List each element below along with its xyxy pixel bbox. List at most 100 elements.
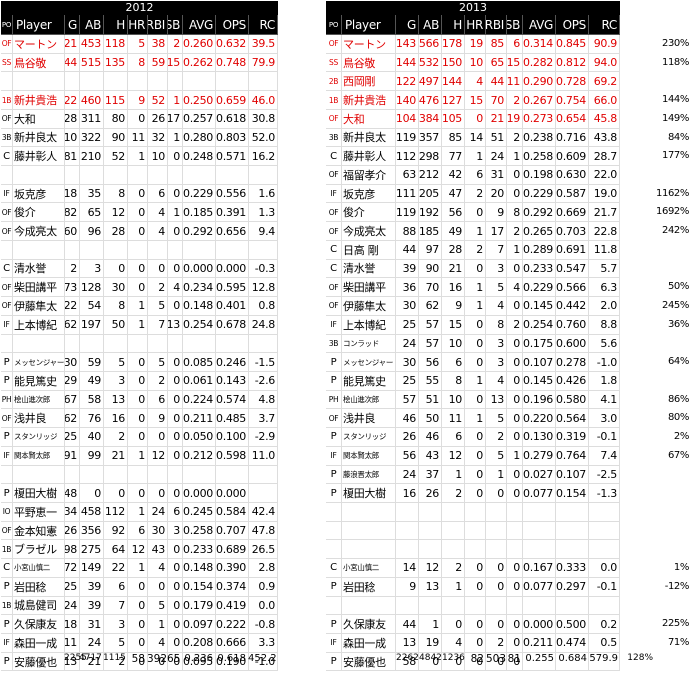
cell-ab xyxy=(80,240,104,260)
cell-sb: 17 xyxy=(168,109,183,129)
cell-rc: 9.4 xyxy=(249,222,278,241)
cell-ab: 205 xyxy=(419,184,442,204)
cell-rbi: 8 xyxy=(486,315,507,335)
cell-ops: 0.374 xyxy=(216,577,249,597)
cell-rc: 4.1 xyxy=(589,390,620,410)
cell-player: 大和 xyxy=(13,109,65,129)
cell-sb: 4 xyxy=(168,278,183,298)
cell-ab: 515 xyxy=(80,53,104,73)
cell-h: 64 xyxy=(104,540,128,560)
cell-rc: 3.3 xyxy=(249,634,278,653)
cell-h: 105 xyxy=(442,109,465,129)
cell-avg: 0.077 xyxy=(523,484,556,503)
table-row xyxy=(326,521,620,541)
cell-po: P xyxy=(1,484,13,503)
cell-sb: 0 xyxy=(507,465,523,485)
cell-g: 126 xyxy=(65,521,80,541)
cell-rc xyxy=(589,521,620,541)
change-percent: 118% xyxy=(662,56,689,68)
cell-h: 30 xyxy=(104,278,128,298)
table-row: P久保康友183130100.0970.222-0.8 xyxy=(1,615,278,634)
cell-rbi: 32 xyxy=(148,128,168,148)
cell-ops: 0.764 xyxy=(556,446,589,466)
cell-rc: 0.9 xyxy=(249,577,278,597)
cell-h: 12 xyxy=(104,203,128,223)
cell-g: 56 xyxy=(396,446,419,466)
cell-po: 3B xyxy=(1,128,13,148)
cell-h: 2 xyxy=(442,484,465,503)
cell-player: コンラッド xyxy=(342,334,396,354)
cell-hr: 11 xyxy=(128,128,148,148)
cell-g xyxy=(65,72,80,92)
cell-po: C xyxy=(1,559,13,578)
cell-po xyxy=(326,540,342,560)
cell-rbi: 5 xyxy=(486,278,507,298)
cell-rbi: 3 xyxy=(486,353,507,372)
cell-player: 森田一成 xyxy=(13,634,65,653)
cell-po: 1B xyxy=(1,540,13,560)
cell-player: 伊藤隼太 xyxy=(13,297,65,316)
cell-ab: 37 xyxy=(419,465,442,485)
cell-ops xyxy=(216,334,249,354)
cell-player: 桧山進次郎 xyxy=(342,390,396,410)
cell-sb: 1 xyxy=(168,91,183,110)
cell-ops: 0.401 xyxy=(216,297,249,316)
cell-avg: 0.273 xyxy=(523,109,556,129)
header-ops: OPS xyxy=(216,15,249,35)
cell-po: C xyxy=(326,147,342,167)
cell-po: OF xyxy=(326,109,342,129)
cell-g: 72 xyxy=(65,559,80,578)
cell-player: 俊介 xyxy=(342,203,396,223)
rows-2012: OFマートン12145311853820.2600.63239.5SS鳥谷敬14… xyxy=(1,35,278,672)
cell-avg: 0.257 xyxy=(183,109,216,129)
cell-hr: 8 xyxy=(128,53,148,73)
cell-avg: 0.233 xyxy=(183,540,216,560)
cell-ops xyxy=(216,240,249,260)
cell-avg: 0.212 xyxy=(183,446,216,466)
cell-po: P xyxy=(326,353,342,372)
cell-h: 1 xyxy=(442,577,465,597)
cell-rc: 22.0 xyxy=(589,166,620,185)
cell-rc: 2.8 xyxy=(249,559,278,578)
cell-ab: 384 xyxy=(419,109,442,129)
cell-rbi: 0 xyxy=(486,615,507,634)
table-row: 3B コンラッド 24 57 10 0 3 0 0.175 0.600 5.6 xyxy=(326,334,620,354)
cell-player: 柴田講平 xyxy=(13,278,65,298)
cell-ops: 0.574 xyxy=(216,390,249,410)
cell-po: C xyxy=(326,240,342,260)
cell-rc: 1.6 xyxy=(249,184,278,204)
change-percent: 50% xyxy=(667,281,689,293)
cell-ab: 453 xyxy=(80,35,104,54)
cell-rbi xyxy=(486,596,507,616)
cell-hr: 1 xyxy=(465,278,486,298)
cell-po xyxy=(1,465,13,485)
table-row: IF 森田一成 13 19 4 0 2 0 0.211 0.474 0.5 xyxy=(326,634,620,653)
cell-player: 伊藤隼太 xyxy=(342,297,396,316)
total-sb: 81 xyxy=(507,653,521,665)
cell-ops: 0.580 xyxy=(556,390,589,410)
cell-ab: 532 xyxy=(419,53,442,73)
cell-ab: 13 xyxy=(419,577,442,597)
cell-ops: 0.246 xyxy=(216,353,249,372)
change-percent xyxy=(655,597,689,616)
cell-hr: 0 xyxy=(128,596,148,616)
totals-spacer xyxy=(0,653,64,665)
header-g: G xyxy=(396,15,419,35)
table-row: C 清水誉 2 3 0 0 0 0 0.000 0.000 -0.3 xyxy=(1,259,278,279)
cell-sb: 13 xyxy=(168,315,183,335)
cell-h: 115 xyxy=(104,91,128,110)
cell-hr: 9 xyxy=(128,91,148,110)
cell-player: 清水誉 xyxy=(342,259,396,279)
cell-player: 日高 剛 xyxy=(342,240,396,260)
cell-rc: -0.1 xyxy=(589,428,620,447)
cell-g: 144 xyxy=(396,53,419,73)
cell-avg: 0.208 xyxy=(183,634,216,653)
cell-ops: 0.703 xyxy=(556,222,589,241)
cell-rbi: 12 xyxy=(148,446,168,466)
cell-hr: 0 xyxy=(128,484,148,503)
cell-rc: 42.4 xyxy=(249,502,278,522)
table-row xyxy=(1,334,278,354)
cell-ab: 39 xyxy=(80,596,104,616)
cell-player: 上本博紀 xyxy=(13,315,65,335)
cell-h: 10 xyxy=(442,334,465,354)
